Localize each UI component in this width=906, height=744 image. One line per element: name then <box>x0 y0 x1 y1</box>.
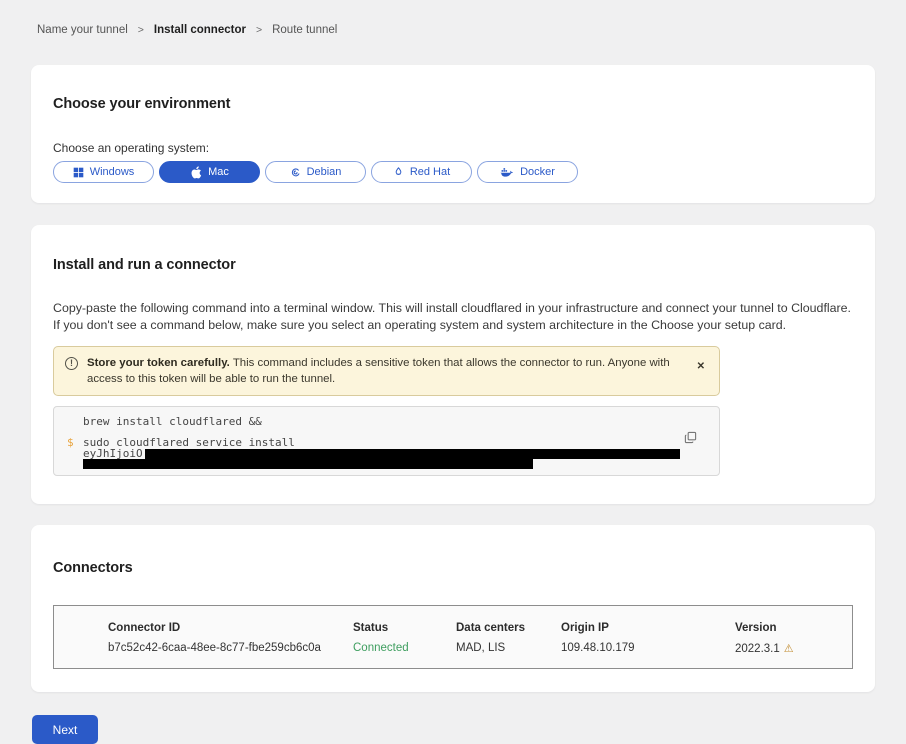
os-button-mac[interactable]: Mac <box>159 161 260 183</box>
connectors-card-title: Connectors <box>53 560 853 576</box>
col-header-connector-id: Connector ID <box>108 622 353 634</box>
col-header-data-centers: Data centers <box>456 622 561 634</box>
os-button-label: Mac <box>208 166 229 178</box>
breadcrumb-install-connector[interactable]: Install connector <box>154 24 246 36</box>
connectors-table-header: Connector ID Status Data centers Origin … <box>108 622 852 634</box>
col-header-version: Version <box>735 622 852 634</box>
col-header-status: Status <box>353 622 456 634</box>
close-icon[interactable]: ✕ <box>697 362 705 372</box>
code-line-token: eyJhIjoiO <box>83 448 680 459</box>
windows-icon <box>73 167 84 178</box>
code-line-brew: brew install cloudflared && <box>83 416 262 427</box>
token-warning-banner: ! Store your token carefully. This comma… <box>53 346 720 396</box>
origin-ip-value: 109.48.10.179 <box>561 642 735 655</box>
os-button-group: Windows Mac Debian Red Hat Docker <box>53 161 853 183</box>
connectors-card: Connectors Connector ID Status Data cent… <box>31 525 875 692</box>
breadcrumb: Name your tunnel > Install connector > R… <box>0 0 906 36</box>
os-button-windows[interactable]: Windows <box>53 161 154 183</box>
alert-circle-icon: ! <box>65 357 78 370</box>
os-button-label: Docker <box>520 166 555 178</box>
connector-id-value: b7c52c42-6caa-48ee-8c77-fbe259cb6c0a <box>108 642 353 655</box>
environment-card-title: Choose your environment <box>53 96 853 112</box>
environment-card: Choose your environment Choose an operat… <box>31 65 875 203</box>
os-select-label: Choose an operating system: <box>53 141 853 155</box>
col-header-origin-ip: Origin IP <box>561 622 735 634</box>
os-button-redhat[interactable]: Red Hat <box>371 161 472 183</box>
token-redaction-bar <box>145 449 680 459</box>
install-card-title: Install and run a connector <box>53 257 853 273</box>
version-value: 2022.3.1⚠ <box>735 642 852 655</box>
table-row: b7c52c42-6caa-48ee-8c77-fbe259cb6c0a Con… <box>108 642 852 655</box>
os-button-label: Red Hat <box>410 166 450 178</box>
os-button-debian[interactable]: Debian <box>265 161 366 183</box>
os-button-label: Windows <box>90 166 135 178</box>
status-badge: Connected <box>353 642 456 655</box>
os-button-label: Debian <box>307 166 342 178</box>
install-card-description: Copy-paste the following command into a … <box>53 300 853 334</box>
breadcrumb-separator: > <box>138 24 144 36</box>
os-button-docker[interactable]: Docker <box>477 161 578 183</box>
install-command-codeblock: brew install cloudflared && $ sudo cloud… <box>53 406 720 476</box>
code-gutter <box>67 448 83 459</box>
breadcrumb-separator: > <box>256 24 262 36</box>
code-gutter <box>67 459 83 469</box>
install-connector-card: Install and run a connector Copy-paste t… <box>31 225 875 504</box>
connectors-table: Connector ID Status Data centers Origin … <box>53 605 853 669</box>
token-warning-title: Store your token carefully. <box>87 357 230 369</box>
breadcrumb-name-your-tunnel[interactable]: Name your tunnel <box>37 24 128 36</box>
data-centers-value: MAD, LIS <box>456 642 561 655</box>
code-gutter <box>67 416 83 427</box>
debian-icon <box>290 167 301 178</box>
shell-prompt: $ <box>67 437 83 448</box>
apple-icon <box>190 166 202 179</box>
version-warning-icon: ⚠ <box>784 643 794 655</box>
copy-icon[interactable] <box>684 431 697 447</box>
token-warning-text: Store your token carefully. This command… <box>87 355 672 387</box>
redhat-icon <box>393 166 404 178</box>
breadcrumb-route-tunnel[interactable]: Route tunnel <box>272 24 337 36</box>
docker-icon <box>500 166 514 178</box>
token-redaction-bar <box>83 459 533 469</box>
